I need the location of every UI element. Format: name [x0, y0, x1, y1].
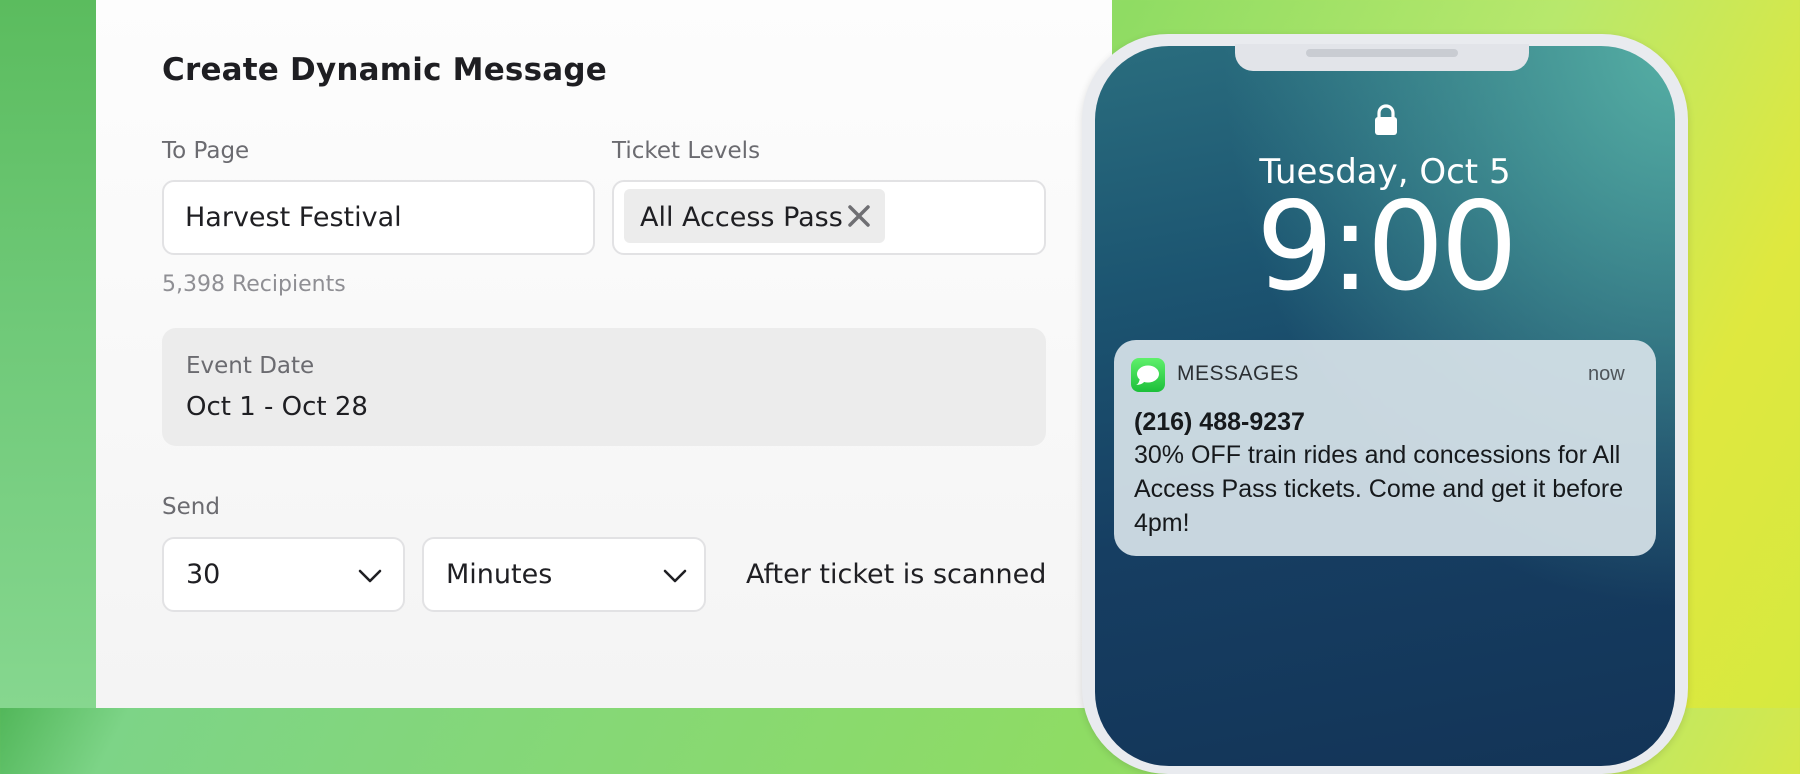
send-amount-value: 30	[186, 559, 221, 590]
messages-app-icon	[1131, 358, 1165, 392]
notification-app-name: MESSAGES	[1177, 362, 1299, 385]
send-unit-value: Minutes	[446, 559, 553, 590]
speech-bubble-icon	[1136, 365, 1159, 385]
close-icon[interactable]	[845, 202, 873, 230]
phone-speaker	[1306, 49, 1458, 57]
ticket-level-chip-label: All Access Pass	[640, 202, 843, 233]
notification-body: 30% OFF train rides and concessions for …	[1134, 441, 1624, 537]
notification-time: now	[1588, 363, 1625, 385]
send-label: Send	[162, 494, 220, 520]
lock-screen-time: 9:00	[1256, 176, 1518, 318]
event-date-value: Oct 1 - Oct 28	[186, 392, 368, 422]
send-trigger-text: After ticket is scanned	[746, 559, 1047, 590]
notification-sender: (216) 488-9237	[1134, 408, 1305, 436]
ticket-levels-label: Ticket Levels	[612, 138, 761, 164]
to-page-value: Harvest Festival	[185, 202, 402, 233]
event-date-label: Event Date	[186, 353, 315, 379]
page-title: Create Dynamic Message	[162, 52, 607, 88]
recipients-count: 5,398 Recipients	[162, 272, 346, 297]
to-page-label: To Page	[162, 138, 250, 164]
background-left-strip	[0, 0, 96, 708]
lock-icon	[1375, 104, 1397, 135]
chevron-down-icon	[358, 569, 382, 583]
event-date-box	[162, 328, 1046, 446]
chevron-down-icon	[663, 569, 687, 583]
